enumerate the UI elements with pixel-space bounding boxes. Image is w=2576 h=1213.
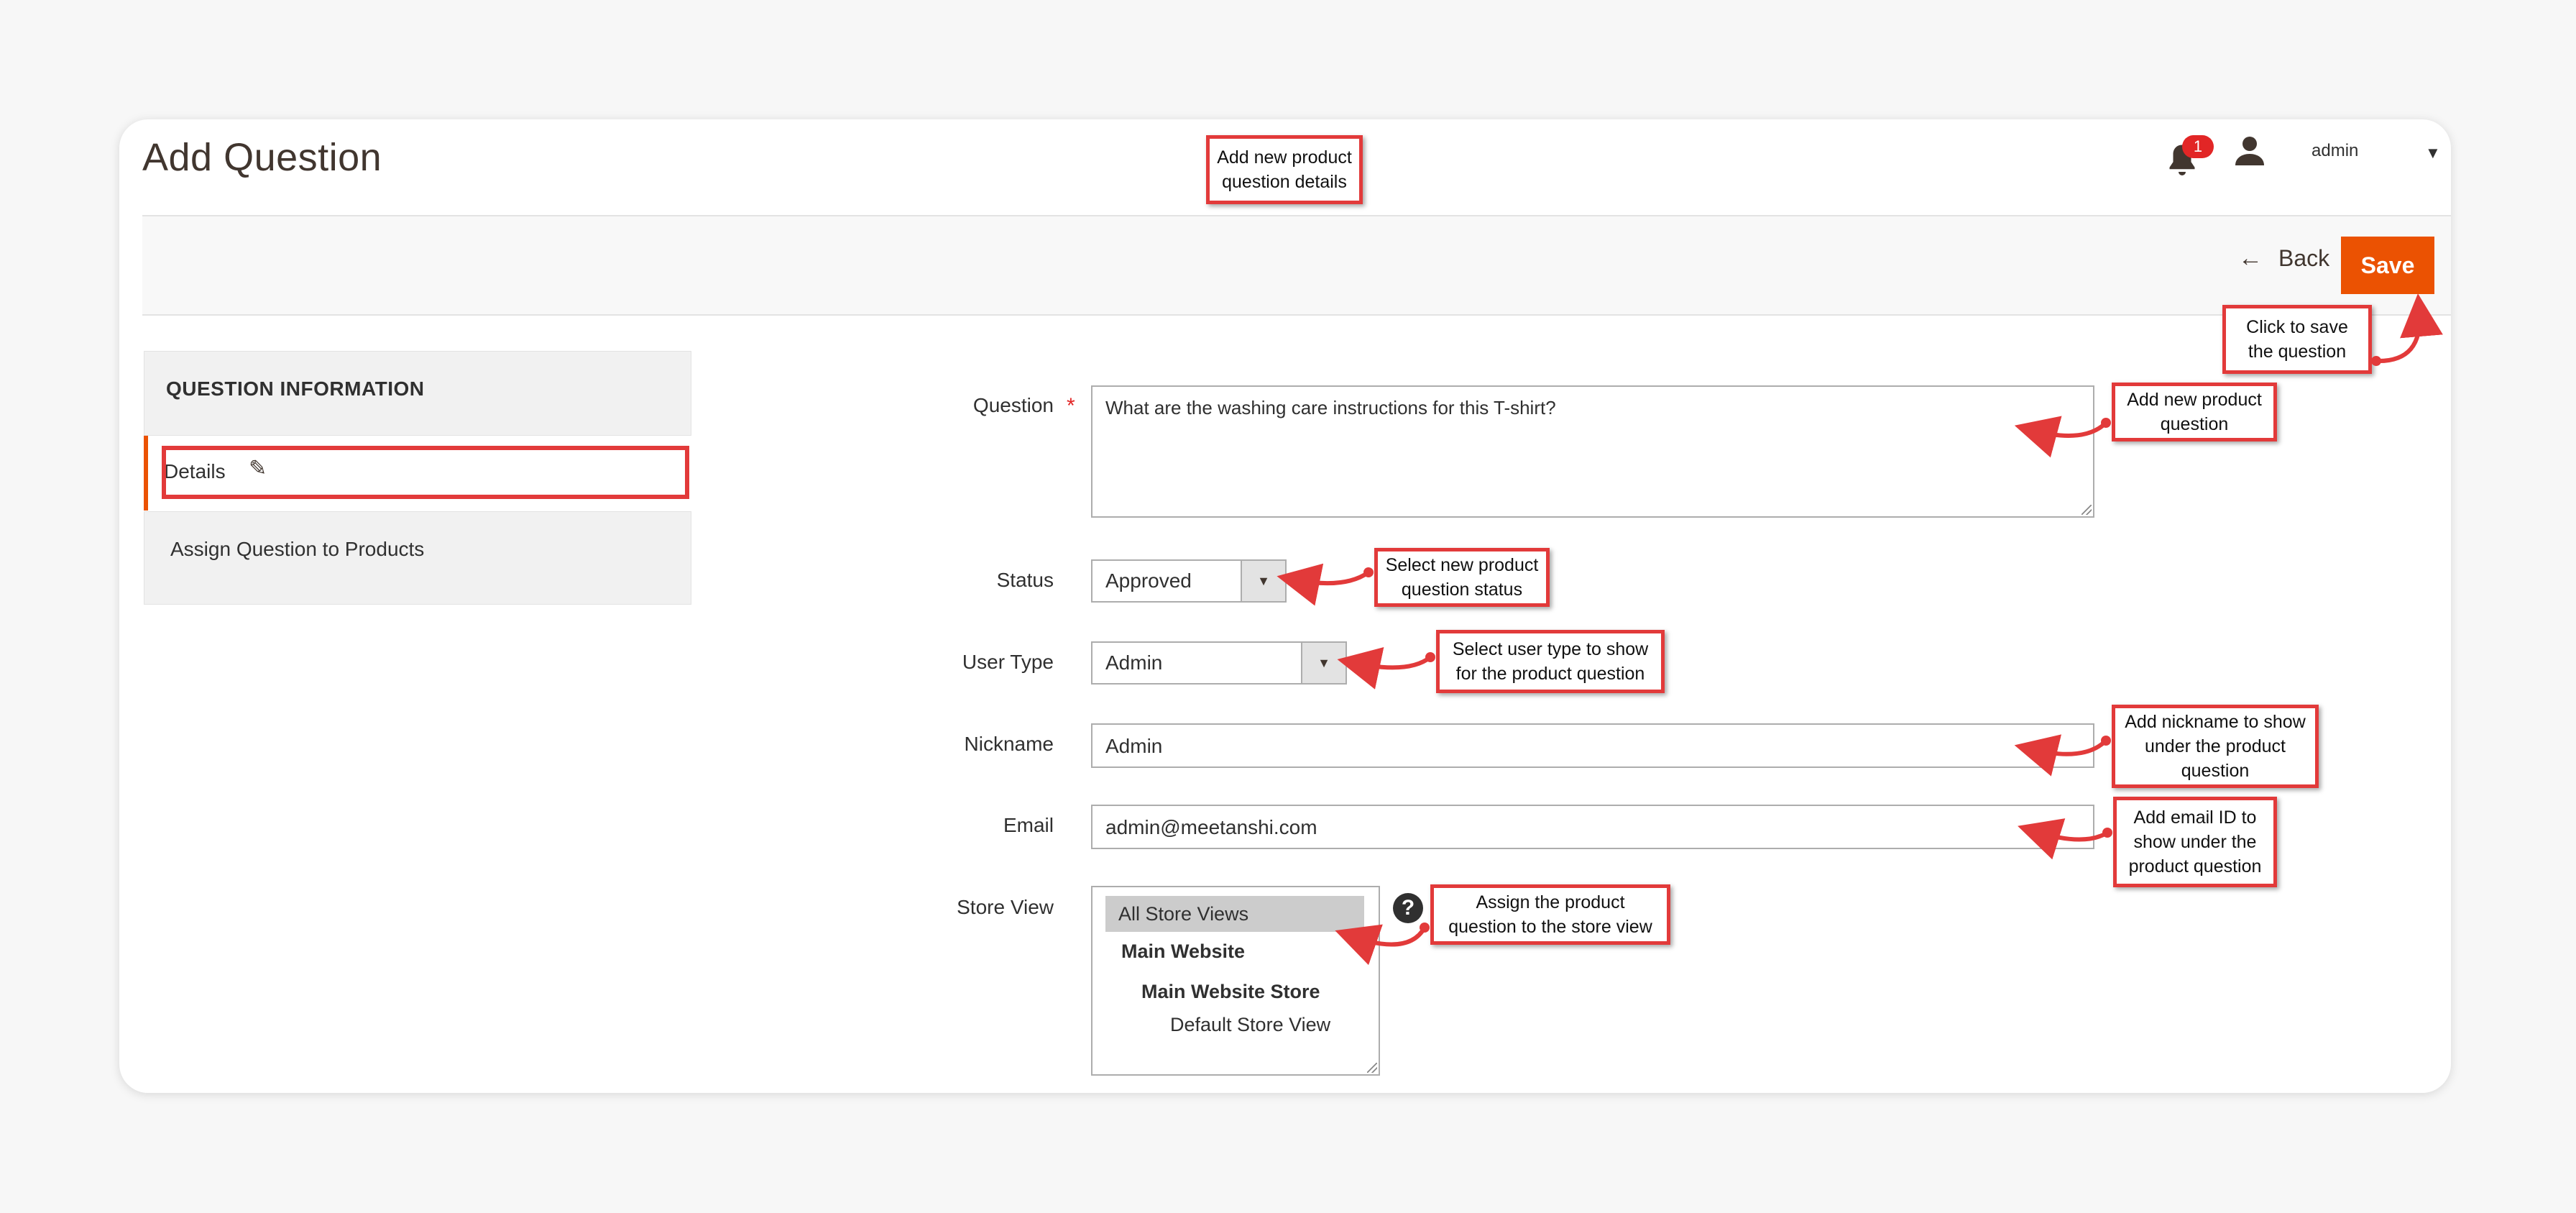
save-button[interactable]: Save <box>2341 237 2434 294</box>
annotation-question-note: Add new product question <box>2112 383 2277 441</box>
email-value: admin@meetanshi.com <box>1105 816 1317 838</box>
annotation-store-view-note: Assign the product question to the store… <box>1430 884 1670 945</box>
user-type-label: User Type <box>962 651 1054 673</box>
store-view-multiselect[interactable]: All Store Views Main Website Main Websit… <box>1091 886 1380 1076</box>
store-view-option: Main Website <box>1121 940 1246 962</box>
annotation-title-note: Add new product question details <box>1206 135 1363 204</box>
user-type-select[interactable]: Admin ▼ <box>1091 641 1347 685</box>
email-label: Email <box>1003 814 1054 836</box>
annotation-user-type-note: Select user type to show for the product… <box>1436 630 1665 693</box>
chevron-down-icon[interactable]: ▼ <box>1301 643 1346 683</box>
email-input[interactable]: admin@meetanshi.com <box>1091 805 2094 849</box>
store-view-option[interactable]: Default Store View <box>1170 1014 1330 1036</box>
question-textarea[interactable]: What are the washing care instructions f… <box>1091 385 2094 518</box>
store-view-option[interactable]: All Store Views <box>1118 903 1248 925</box>
page-actions-bar: ← Back <box>142 216 2451 316</box>
store-view-label: Store View <box>957 896 1054 918</box>
chevron-down-icon[interactable]: ▼ <box>2425 144 2441 163</box>
admin-page-card: Add Question 1 admin ▼ ← Back QUESTION I… <box>119 119 2451 1093</box>
user-type-value: Admin <box>1105 651 1163 674</box>
nickname-input[interactable]: Admin <box>1091 723 2094 768</box>
help-icon[interactable]: ? <box>1393 893 1423 923</box>
question-value: What are the washing care instructions f… <box>1105 397 1556 418</box>
back-button[interactable]: ← Back <box>2230 234 2338 282</box>
sidebar-item-label: Assign Question to Products <box>170 538 425 560</box>
status-label: Status <box>996 569 1054 591</box>
admin-user-name[interactable]: admin <box>2312 141 2358 161</box>
annotation-save-note: Click to save the question <box>2222 305 2372 374</box>
sidebar-title: QUESTION INFORMATION <box>166 377 425 400</box>
details-highlight-box <box>162 446 689 499</box>
nickname-value: Admin <box>1105 735 1163 757</box>
required-asterisk: * <box>1067 394 1075 418</box>
resize-handle[interactable] <box>1367 1063 1377 1073</box>
sidebar-item-assign-products[interactable]: Assign Question to Products <box>144 511 691 605</box>
resize-handle[interactable] <box>2082 505 2092 515</box>
nickname-label: Nickname <box>964 733 1054 755</box>
status-value: Approved <box>1105 569 1192 592</box>
back-button-label: Back <box>2278 244 2330 271</box>
sidebar-section-header: QUESTION INFORMATION <box>144 351 691 436</box>
status-select[interactable]: Approved ▼ <box>1091 559 1287 603</box>
question-label: Question <box>972 394 1054 416</box>
store-view-option: Main Website Store <box>1141 981 1320 1002</box>
notification-badge: 1 <box>2182 135 2214 158</box>
annotation-status-note: Select new product question status <box>1374 548 1550 607</box>
back-arrow-icon: ← <box>2238 244 2263 272</box>
user-icon[interactable] <box>2232 134 2267 168</box>
annotation-nickname-note: Add nickname to show under the product q… <box>2112 705 2319 788</box>
annotation-email-note: Add email ID to show under the product q… <box>2113 797 2277 887</box>
chevron-down-icon[interactable]: ▼ <box>1241 561 1285 601</box>
